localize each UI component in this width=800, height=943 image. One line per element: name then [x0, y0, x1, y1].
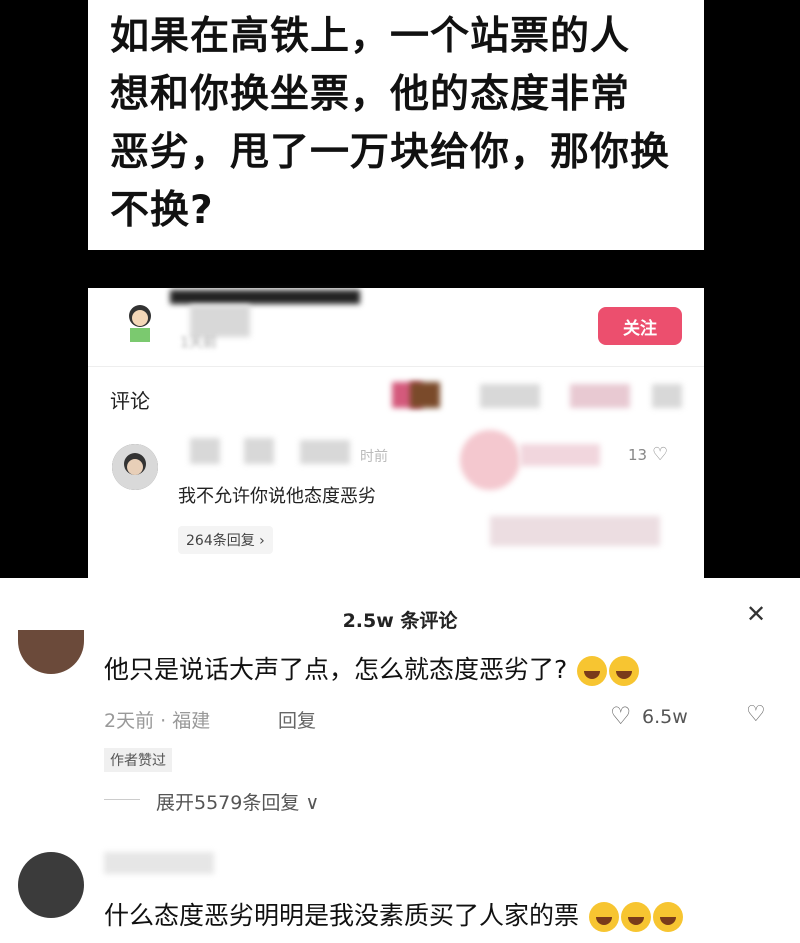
comment-text-body: 什么态度恶劣明明是我没素质买了人家的票: [104, 901, 580, 930]
comment-text-body: 他只是说话大声了点，怎么就态度恶劣了?: [104, 655, 568, 684]
comments-tab[interactable]: 评论: [110, 385, 150, 414]
comment-avatar[interactable]: [18, 852, 84, 918]
laugh-emoji-icon: [609, 656, 640, 686]
blurred-region: [480, 384, 540, 408]
question-line-1: 如果在高铁上，一个站票的人: [110, 14, 631, 59]
blurred-username: [170, 290, 360, 304]
dislike-icon[interactable]: ♡: [652, 444, 668, 465]
question-line-4: 不换?: [110, 188, 214, 233]
expand-replies-button[interactable]: 展开5579条回复 ∨: [156, 788, 319, 815]
heart-icon[interactable]: ♡: [610, 702, 632, 730]
comment-text: 什么态度恶劣明明是我没素质买了人家的票: [104, 896, 683, 932]
comment-count-header: 2.5w 条评论: [342, 610, 458, 632]
blurred-region: [652, 384, 682, 408]
comment-meta: 2天前 · 福建: [104, 710, 211, 732]
view-replies-button[interactable]: 264条回复 ›: [178, 526, 273, 554]
blurred-region: [570, 384, 630, 408]
panel-divider: [88, 366, 704, 367]
blurred-region: [520, 444, 600, 466]
blurred-username: [300, 440, 350, 464]
comment-like-count: 6.5w: [642, 706, 688, 728]
laugh-emoji-icon: [588, 902, 619, 932]
laugh-emoji-icon: [577, 656, 608, 686]
comment-time: 时前: [360, 449, 388, 465]
reply-button[interactable]: 回复: [278, 706, 316, 733]
comment-like-count: 13: [628, 446, 648, 464]
post-meta: 1天前: [180, 335, 217, 351]
broken-heart-icon[interactable]: ♡: [746, 702, 766, 727]
comment-text: 他只是说话大声了点，怎么就态度恶劣了?: [104, 650, 640, 686]
close-icon[interactable]: ✕: [746, 600, 766, 628]
laugh-emoji-icon: [652, 902, 683, 932]
question-line-3: 恶劣，甩了一万块给你，那你换: [110, 130, 671, 175]
question-text: 如果在高铁上，一个站票的人 想和你换坐票，他的态度非常 恶劣，甩了一万块给你，那…: [110, 8, 690, 240]
author-liked-badge: 作者赞过: [104, 748, 172, 772]
follow-button[interactable]: 关注: [598, 307, 682, 345]
blurred-region: [490, 516, 660, 546]
blurred-region: [410, 382, 440, 408]
blurred-username: [244, 438, 274, 464]
blurred-username: [190, 438, 220, 464]
question-card: 如果在高铁上，一个站票的人 想和你换坐票，他的态度非常 恶劣，甩了一万块给你，那…: [88, 0, 704, 250]
laugh-emoji-icon: [620, 902, 651, 932]
comment-avatar[interactable]: [112, 444, 158, 490]
comment-text: 我不允许你说他态度恶劣: [178, 486, 376, 507]
blurred-username: [104, 852, 214, 874]
post-author-avatar[interactable]: [118, 300, 162, 344]
blurred-sticker: [460, 430, 520, 490]
divider: [104, 799, 140, 800]
question-line-2: 想和你换坐票，他的态度非常: [110, 72, 631, 117]
